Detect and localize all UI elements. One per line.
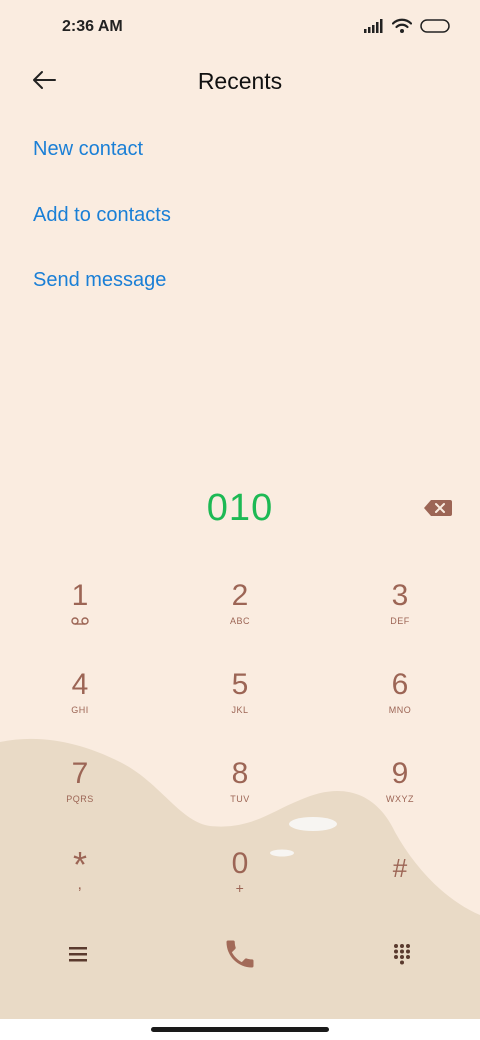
- backspace-button[interactable]: [423, 498, 453, 518]
- wifi-icon: [391, 18, 413, 39]
- phone-call-icon: [222, 936, 258, 977]
- menu-button[interactable]: [56, 936, 100, 976]
- key-letters: JKL: [231, 705, 249, 715]
- dialpad-icon: [392, 943, 412, 970]
- new-contact-link[interactable]: New contact: [33, 138, 143, 161]
- key-digit: 6: [391, 668, 409, 701]
- key-8[interactable]: 8 TUV: [180, 756, 300, 836]
- header: Recents: [0, 58, 480, 106]
- key-digit: #: [392, 853, 408, 883]
- dialer-screen: 2:36 AM Recents New contact Add to conta…: [0, 0, 480, 1040]
- key-2[interactable]: 2 ABC: [180, 578, 300, 658]
- key-digit: 7: [71, 757, 89, 790]
- key-letters: PQRS: [66, 794, 94, 804]
- key-hash[interactable]: #: [340, 846, 460, 926]
- key-9[interactable]: 9 WXYZ: [340, 756, 460, 836]
- key-letters: WXYZ: [386, 794, 414, 804]
- key-digit: 0: [231, 847, 249, 880]
- key-letters: +: [235, 880, 245, 896]
- key-7[interactable]: 7 PQRS: [20, 756, 140, 836]
- key-digit: 2: [231, 579, 249, 612]
- key-1[interactable]: 1: [20, 578, 140, 658]
- battery-icon: [420, 18, 450, 38]
- backspace-icon: [423, 500, 453, 522]
- key-digit: 9: [391, 757, 409, 790]
- status-time: 2:36 AM: [62, 18, 123, 35]
- dialed-number: 010: [206, 487, 274, 529]
- dialpad-toggle-button[interactable]: [380, 936, 424, 976]
- status-bar: 2:36 AM: [0, 0, 480, 56]
- key-letters: MNO: [388, 705, 412, 715]
- signal-icon: [364, 18, 384, 38]
- key-letters: GHI: [71, 705, 89, 715]
- key-star[interactable]: * ,: [20, 846, 140, 926]
- key-letters: DEF: [390, 616, 410, 626]
- system-nav-bar: [0, 1019, 480, 1040]
- key-digit: 4: [71, 668, 89, 701]
- key-0[interactable]: 0 +: [180, 846, 300, 926]
- key-digit: 1: [71, 579, 89, 612]
- key-5[interactable]: 5 JKL: [180, 667, 300, 747]
- key-digit: 3: [391, 579, 409, 612]
- key-4[interactable]: 4 GHI: [20, 667, 140, 747]
- key-6[interactable]: 6 MNO: [340, 667, 460, 747]
- key-letters: ABC: [229, 616, 250, 626]
- add-to-contacts-link[interactable]: Add to contacts: [33, 204, 171, 227]
- status-icons: [364, 18, 450, 38]
- voicemail-icon: [20, 616, 140, 628]
- key-letters: ,: [77, 876, 83, 893]
- key-letters: TUV: [230, 794, 250, 804]
- call-button[interactable]: [218, 936, 262, 976]
- key-digit: 8: [231, 757, 249, 790]
- key-digit: 5: [231, 668, 249, 701]
- key-3[interactable]: 3 DEF: [340, 578, 460, 658]
- home-indicator[interactable]: [151, 1027, 329, 1032]
- page-title: Recents: [197, 68, 283, 94]
- menu-icon: [68, 945, 88, 968]
- send-message-link[interactable]: Send message: [33, 269, 166, 292]
